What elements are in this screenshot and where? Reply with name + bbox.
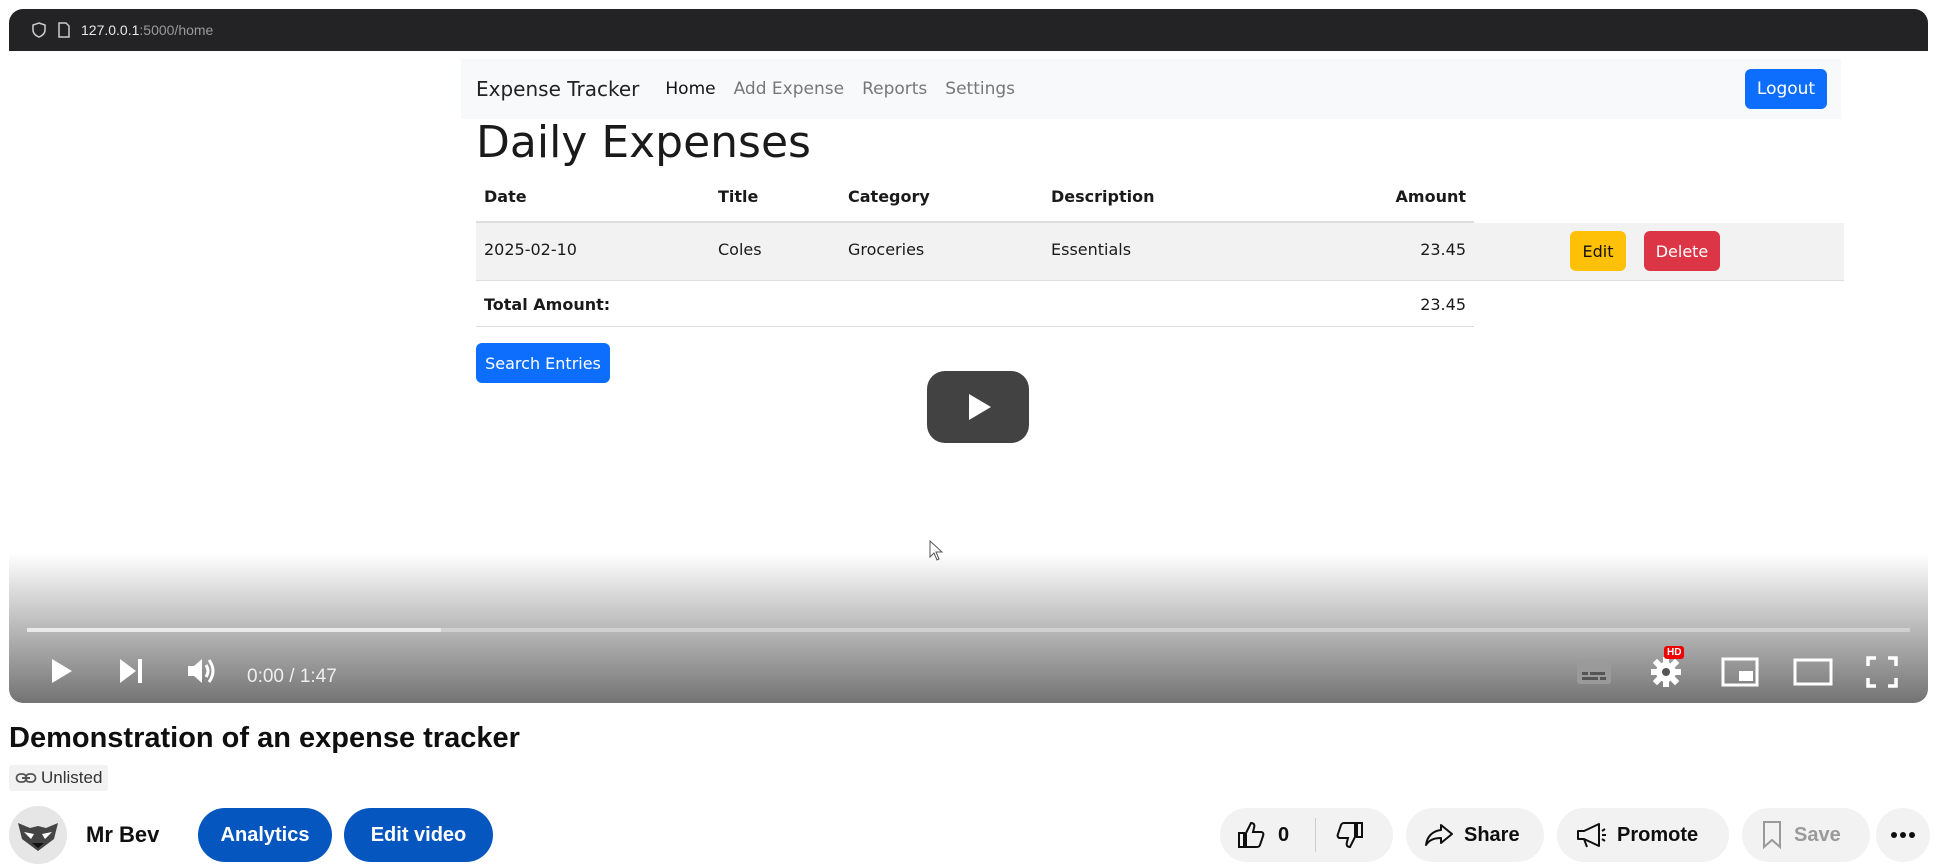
- fullscreen-button[interactable]: [1865, 655, 1899, 689]
- avatar[interactable]: [9, 806, 67, 864]
- nav-add-expense: Add Expense: [733, 79, 845, 99]
- logout-button: Logout: [1745, 69, 1827, 109]
- expenses-table: Date Title Category Description Amount 2…: [476, 177, 1844, 327]
- like-dislike-group: 0: [1220, 808, 1393, 862]
- large-play-button[interactable]: [927, 371, 1029, 443]
- cell-amount: 23.45: [1420, 240, 1466, 259]
- visibility-badge: Unlisted: [9, 765, 109, 791]
- search-entries-button: Search Entries: [476, 343, 610, 383]
- share-button[interactable]: Share: [1406, 808, 1544, 862]
- save-button[interactable]: Save: [1742, 808, 1870, 862]
- more-horizontal-icon: [1891, 832, 1915, 838]
- save-label: Save: [1794, 823, 1841, 846]
- buffered-fill: [27, 628, 442, 632]
- table-row: 2025-02-10 Coles Groceries Essentials 23…: [476, 223, 1844, 281]
- video-title: Demonstration of an expense tracker: [9, 722, 520, 754]
- cell-description: Essentials: [1051, 240, 1132, 259]
- visibility-label: Unlisted: [41, 768, 103, 787]
- page-icon: [57, 22, 71, 38]
- theater-icon: [1793, 658, 1833, 686]
- promote-label: Promote: [1617, 823, 1699, 846]
- volume-icon: [188, 659, 215, 683]
- share-label: Share: [1464, 823, 1520, 846]
- video-player[interactable]: 127.0.0.1:5000/home Expense Tracker Home…: [9, 9, 1928, 703]
- promote-button[interactable]: Promote: [1557, 808, 1729, 862]
- video-meta: Demonstration of an expense tracker Unli…: [9, 722, 520, 791]
- total-value: 23.45: [1420, 295, 1466, 314]
- like-button[interactable]: 0: [1236, 820, 1289, 850]
- megaphone-icon: [1577, 823, 1606, 848]
- cell-date: 2025-02-10: [484, 240, 577, 259]
- fox-mask-icon: [9, 806, 67, 864]
- progress-bar[interactable]: [27, 628, 1910, 632]
- fullscreen-icon: [1866, 656, 1898, 688]
- total-row: Total Amount: 23.45: [476, 281, 1474, 327]
- link-icon: [15, 773, 37, 783]
- share-icon: [1425, 824, 1453, 846]
- browser-address-bar: 127.0.0.1:5000/home: [9, 9, 1928, 51]
- bookmark-icon: [1763, 821, 1781, 850]
- subtitles-button[interactable]: [1575, 657, 1613, 687]
- player-controls: 0:00 / 1:47 HD: [9, 646, 1928, 699]
- play-button[interactable]: [43, 653, 79, 689]
- miniplayer-icon: [1721, 657, 1759, 687]
- nav-reports: Reports: [862, 79, 928, 99]
- cell-title: Coles: [718, 240, 762, 259]
- subtitles-icon: [1577, 660, 1611, 684]
- miniplayer-button[interactable]: [1721, 657, 1759, 687]
- play-icon: [52, 659, 72, 683]
- column-amount: Amount: [1395, 187, 1466, 206]
- column-title: Title: [718, 187, 759, 206]
- dislike-button[interactable]: [1335, 820, 1365, 856]
- total-label: Total Amount:: [484, 295, 611, 314]
- like-count: 0: [1278, 823, 1290, 846]
- column-category: Category: [848, 187, 930, 206]
- app-brand: Expense Tracker: [476, 77, 640, 101]
- url-text: 127.0.0.1:5000/home: [81, 22, 214, 38]
- column-date: Date: [484, 187, 527, 206]
- nav-settings: Settings: [945, 79, 1016, 99]
- table-header: Date Title Category Description Amount: [476, 177, 1474, 223]
- cell-category: Groceries: [848, 240, 925, 259]
- play-icon: [969, 394, 991, 420]
- shield-icon: [31, 22, 47, 38]
- thumbs-down-icon: [1336, 822, 1363, 849]
- volume-button[interactable]: [185, 655, 219, 687]
- edit-video-button[interactable]: Edit video: [344, 808, 493, 862]
- page-heading: Daily Expenses: [476, 117, 811, 168]
- nav-home: Home: [665, 79, 716, 99]
- channel-row: Mr Bev Analytics Edit video 0 Share Prom…: [9, 806, 1930, 864]
- edit-button: Edit: [1570, 231, 1626, 271]
- analytics-button[interactable]: Analytics: [198, 808, 332, 862]
- channel-name[interactable]: Mr Bev: [86, 822, 159, 848]
- settings-icon: [1651, 657, 1681, 687]
- next-icon: [120, 659, 142, 683]
- column-description: Description: [1051, 187, 1155, 206]
- delete-button: Delete: [1644, 231, 1720, 271]
- theater-mode-button[interactable]: [1793, 658, 1833, 686]
- hd-badge: HD: [1664, 646, 1685, 659]
- like-divider: [1315, 818, 1316, 852]
- thumbs-up-icon: [1238, 821, 1265, 848]
- time-display: 0:00 / 1:47: [247, 666, 337, 687]
- app-navbar: Expense Tracker Home Add Expense Reports…: [461, 59, 1841, 119]
- more-actions-button[interactable]: [1876, 808, 1930, 862]
- settings-button[interactable]: HD: [1649, 646, 1685, 689]
- next-button[interactable]: [115, 655, 147, 687]
